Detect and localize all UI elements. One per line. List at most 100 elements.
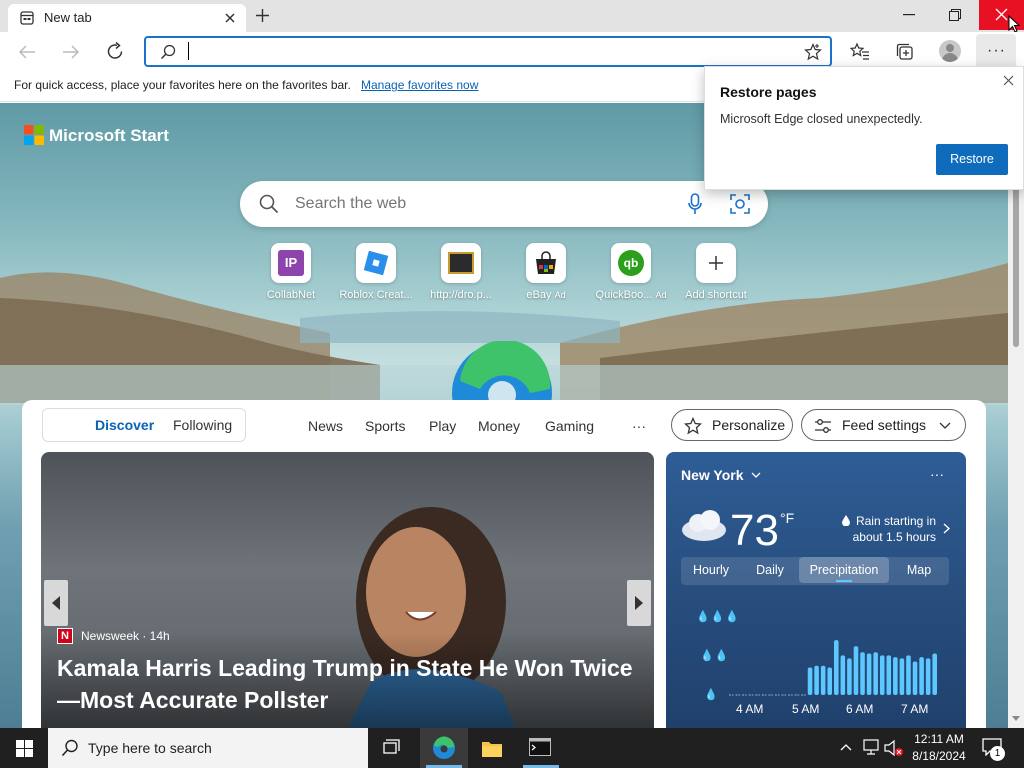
restore-window-icon[interactable] <box>949 9 961 21</box>
settings-more-button[interactable]: ··· <box>976 34 1016 70</box>
precip-bar <box>807 667 813 695</box>
restore-pages-dialog: Restore pages Microsoft Edge closed unex… <box>704 66 1024 190</box>
visual-search-icon[interactable] <box>730 194 750 214</box>
precip-bar <box>899 658 905 695</box>
feed-pill-tabs: Discover Following <box>42 408 246 442</box>
manage-favorites-link[interactable]: Manage favorites now <box>361 78 478 92</box>
volume-muted-icon[interactable] <box>884 739 904 757</box>
clock-date: 8/18/2024 <box>912 749 966 763</box>
search-icon <box>259 194 279 214</box>
carousel-next-button[interactable] <box>627 580 651 626</box>
taskbar-clock[interactable]: 12:11 AM 8/18/2024 <box>906 731 972 765</box>
shortcut-collabnet[interactable]: IP CollabNet <box>246 243 336 301</box>
weather-more-button[interactable]: ··· <box>930 466 944 482</box>
terminal-icon <box>529 738 551 756</box>
tab-following[interactable]: Following <box>173 417 232 433</box>
file-explorer-icon[interactable] <box>481 738 503 758</box>
time-label: 7 AM <box>901 702 929 716</box>
precip-bar <box>919 657 924 695</box>
precip-bar <box>814 665 819 695</box>
address-bar[interactable] <box>144 36 832 67</box>
hero-article-card[interactable]: N Newsweek · 14h Kamala Harris Leading T… <box>41 452 654 728</box>
weather-tab-map[interactable]: Map <box>889 557 949 583</box>
nav-play[interactable]: Play <box>429 410 456 442</box>
microsoft-start-brand[interactable]: Microsoft Start <box>49 126 169 146</box>
precip-bar <box>866 653 872 695</box>
chevron-down-icon[interactable] <box>751 472 761 479</box>
refresh-icon[interactable] <box>106 42 125 61</box>
nav-sports[interactable]: Sports <box>365 410 405 442</box>
precip-bar <box>827 667 832 695</box>
edge-logo-icon <box>452 341 552 401</box>
carousel-prev-button[interactable] <box>44 580 68 626</box>
collections-icon[interactable] <box>895 42 915 62</box>
address-input[interactable] <box>186 42 786 62</box>
back-arrow-icon[interactable] <box>18 44 36 60</box>
weather-tabs: Hourly Daily Precipitation Map <box>681 557 949 585</box>
microsoft-logo-icon <box>24 125 44 145</box>
precip-bar <box>932 653 937 695</box>
notifications-button[interactable]: 1 <box>982 738 1006 761</box>
favorites-icon[interactable] <box>850 42 870 62</box>
dialog-message: Microsoft Edge closed unexpectedly. <box>720 112 923 126</box>
forward-arrow-icon[interactable] <box>62 44 80 60</box>
nav-news[interactable]: News <box>308 410 343 442</box>
windows-start-icon[interactable] <box>16 740 33 757</box>
dialog-title: Restore pages <box>720 84 817 100</box>
profile-avatar[interactable] <box>939 40 961 62</box>
ad-badge: Ad <box>655 290 667 300</box>
close-icon[interactable] <box>1003 75 1014 86</box>
chevron-up-icon[interactable] <box>840 743 852 751</box>
search-icon <box>61 739 78 757</box>
shortcut-ebay[interactable]: eBay Ad <box>501 243 591 301</box>
network-icon[interactable] <box>862 739 880 755</box>
article-headline[interactable]: Kamala Harris Leading Trump in State He … <box>57 652 633 716</box>
light-rain-legend-icon: 💧 <box>704 689 718 701</box>
weather-tab-daily[interactable]: Daily <box>741 557 799 583</box>
precip-bar <box>820 665 826 695</box>
minimize-icon[interactable] <box>903 14 915 16</box>
feed-settings-button[interactable]: Feed settings <box>801 409 966 441</box>
nav-money[interactable]: Money <box>478 410 520 442</box>
web-search-box[interactable] <box>240 181 768 227</box>
feed-nav: News Sports Play Money Gaming <box>306 410 626 442</box>
close-window-icon <box>995 8 1008 21</box>
taskbar-terminal-button[interactable] <box>517 728 565 768</box>
weather-location[interactable]: New York <box>681 467 744 483</box>
precip-bar <box>879 655 885 695</box>
task-view-icon[interactable] <box>383 739 401 757</box>
news-feed-panel: Discover Following News Sports Play Mone… <box>22 400 986 728</box>
taskbar-search-box[interactable]: Type here to search <box>48 728 368 768</box>
close-tab-icon[interactable] <box>224 12 236 24</box>
precipitation-chart <box>729 640 937 696</box>
personalize-label: Personalize <box>712 417 786 433</box>
page-scrollbar[interactable] <box>1008 103 1024 728</box>
nav-more-button[interactable]: ··· <box>632 418 646 434</box>
shortcut-dro[interactable]: http://dro.p... <box>416 243 506 301</box>
browser-tab[interactable]: New tab <box>8 4 246 32</box>
personalize-button[interactable]: Personalize <box>671 409 793 441</box>
weather-card[interactable]: New York ··· 73 °F Rain starting in abou… <box>666 452 966 728</box>
rain-forecast: Rain starting in about 1.5 hours <box>852 514 936 544</box>
shortcut-label: http://dro.p... <box>430 289 492 301</box>
feed-settings-label: Feed settings <box>842 417 927 433</box>
scroll-down-icon[interactable] <box>1012 716 1020 722</box>
chevron-right-icon[interactable] <box>943 523 950 534</box>
search-icon <box>160 44 176 60</box>
time-label: 6 AM <box>846 702 874 716</box>
taskbar-edge-button[interactable] <box>420 728 468 768</box>
settings-sliders-icon <box>815 419 831 433</box>
web-search-input[interactable] <box>295 194 655 214</box>
tab-discover[interactable]: Discover <box>95 417 154 433</box>
cloudy-weather-icon <box>682 510 726 541</box>
weather-tab-hourly[interactable]: Hourly <box>681 557 741 583</box>
add-shortcut-button[interactable]: Add shortcut <box>671 243 761 301</box>
new-tab-plus-icon[interactable] <box>255 8 270 23</box>
nav-gaming[interactable]: Gaming <box>545 410 594 442</box>
shortcut-quickbooks[interactable]: qb QuickBoo... Ad <box>586 243 676 301</box>
add-favorite-star-icon[interactable] <box>804 43 822 61</box>
microphone-icon[interactable] <box>688 193 702 215</box>
shortcut-roblox[interactable]: Roblox Creat... <box>331 243 421 301</box>
quickbooks-icon: qb <box>611 243 651 283</box>
restore-button[interactable]: Restore <box>936 144 1008 175</box>
